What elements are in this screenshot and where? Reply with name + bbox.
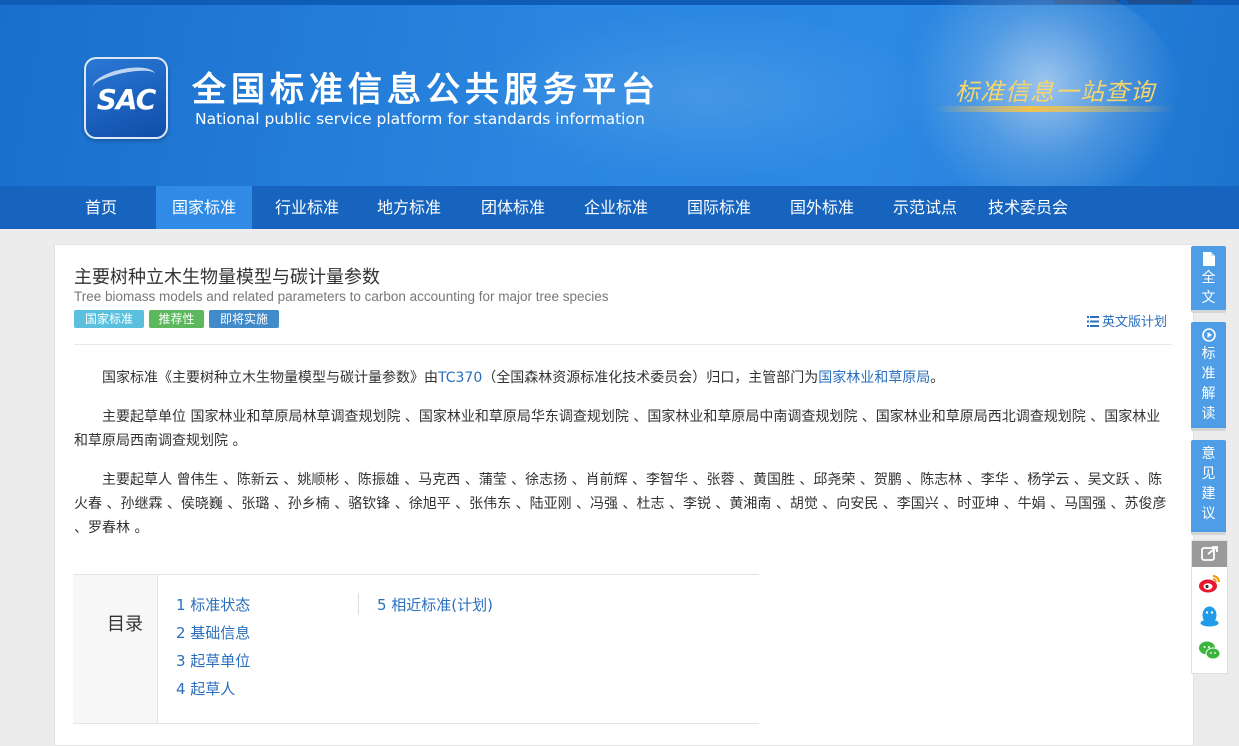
english-plan-link[interactable]: 英文版计划 [1087,311,1167,330]
toc-item-basic-info[interactable]: 2 基础信息 [176,622,250,643]
nav-foreign-standards[interactable]: 国外标准 [779,186,865,229]
drafters-paragraph: 主要起草人 曾伟生 、陈新云 、姚顺彬 、陈振雄 、马克西 、蒲莹 、徐志扬 、… [74,472,1167,536]
fulltext-label: 全文 [1201,270,1216,306]
toc-item-status[interactable]: 1 标准状态 [176,594,250,615]
standard-title: 主要树种立木生物量模型与碳计量参数 [74,267,380,288]
english-plan-label: 英文版计划 [1102,315,1168,330]
site-header: SAC 全国标准信息公共服务平台 National public service… [0,0,1239,186]
toc-item-drafting-units[interactable]: 3 起草单位 [176,650,250,671]
feedback-label: 意见建议 [1201,446,1216,522]
interpretation-label: 标准解读 [1201,346,1216,422]
table-of-contents: 目录 1 标准状态 2 基础信息 3 起草单位 4 起草人 5 相近标准(计划) [73,574,759,724]
feedback-button[interactable]: 意见建议 [1191,440,1226,535]
nav-group-standards[interactable]: 团体标准 [470,186,556,229]
slogan: 标准信息一站查询 [955,78,1155,106]
site-title: 全国标准信息公共服务平台 [192,70,660,110]
wechat-icon[interactable] [1197,638,1222,663]
nav-national-standards[interactable]: 国家标准 [156,186,252,229]
badge-upcoming: 即将实施 [209,310,279,328]
logo-text: SAC [96,83,157,116]
toc-separator [358,593,359,615]
toc-item-similar-standards[interactable]: 5 相近标准(计划) [377,594,493,615]
qq-icon[interactable] [1197,604,1222,629]
intro-paragraph: 国家标准《主要树种立木生物量模型与碳计量参数》由TC370（全国森林资源标准化技… [74,366,1172,390]
nav-local-standards[interactable]: 地方标准 [366,186,452,229]
toc-label: 目录 [107,614,143,635]
drafting-units-paragraph: 主要起草单位 国家林业和草原局林草调查规划院 、国家林业和草原局华东调查规划院 … [74,409,1161,449]
toc-label-column: 目录 [73,575,158,723]
slogan-underline [935,106,1175,112]
intro-suffix: 。 [930,370,945,386]
play-circle-icon [1201,328,1216,342]
badge-national-standard: 国家标准 [74,310,144,328]
share-header[interactable] [1192,541,1227,567]
nav-demo-pilot[interactable]: 示范试点 [882,186,968,229]
nav-tech-committee[interactable]: 技术委员会 [980,186,1076,229]
main-nav: 首页 国家标准 行业标准 地方标准 团体标准 企业标准 国际标准 国外标准 示范… [0,186,1239,229]
intro-middle: （全国森林资源标准化技术委员会）归口，主管部门为 [482,370,819,386]
sac-logo[interactable]: SAC [84,57,168,139]
document-icon [1202,252,1215,266]
tc370-link[interactable]: TC370 [438,370,482,386]
nav-enterprise-standards[interactable]: 企业标准 [573,186,659,229]
share-panel [1191,540,1228,674]
list-icon [1087,316,1099,327]
site-subtitle: National public service platform for sta… [195,110,645,128]
top-tab-right[interactable] [1127,0,1193,4]
fulltext-button[interactable]: 全文 [1191,246,1226,313]
standard-title-en: Tree biomass models and related paramete… [74,289,609,304]
nav-home[interactable]: 首页 [70,186,132,229]
toc-item-drafters[interactable]: 4 起草人 [176,678,235,699]
intro-prefix: 国家标准《主要树种立木生物量模型与碳计量参数》由 [102,370,438,386]
title-divider [74,344,1172,345]
department-link[interactable]: 国家林业和草原局 [818,370,930,386]
nav-international-standards[interactable]: 国际标准 [676,186,762,229]
interpretation-button[interactable]: 标准解读 [1191,322,1226,431]
weibo-icon[interactable] [1197,571,1222,596]
nav-industry-standards[interactable]: 行业标准 [264,186,350,229]
badge-recommended: 推荐性 [149,310,204,328]
share-icon [1201,546,1218,561]
